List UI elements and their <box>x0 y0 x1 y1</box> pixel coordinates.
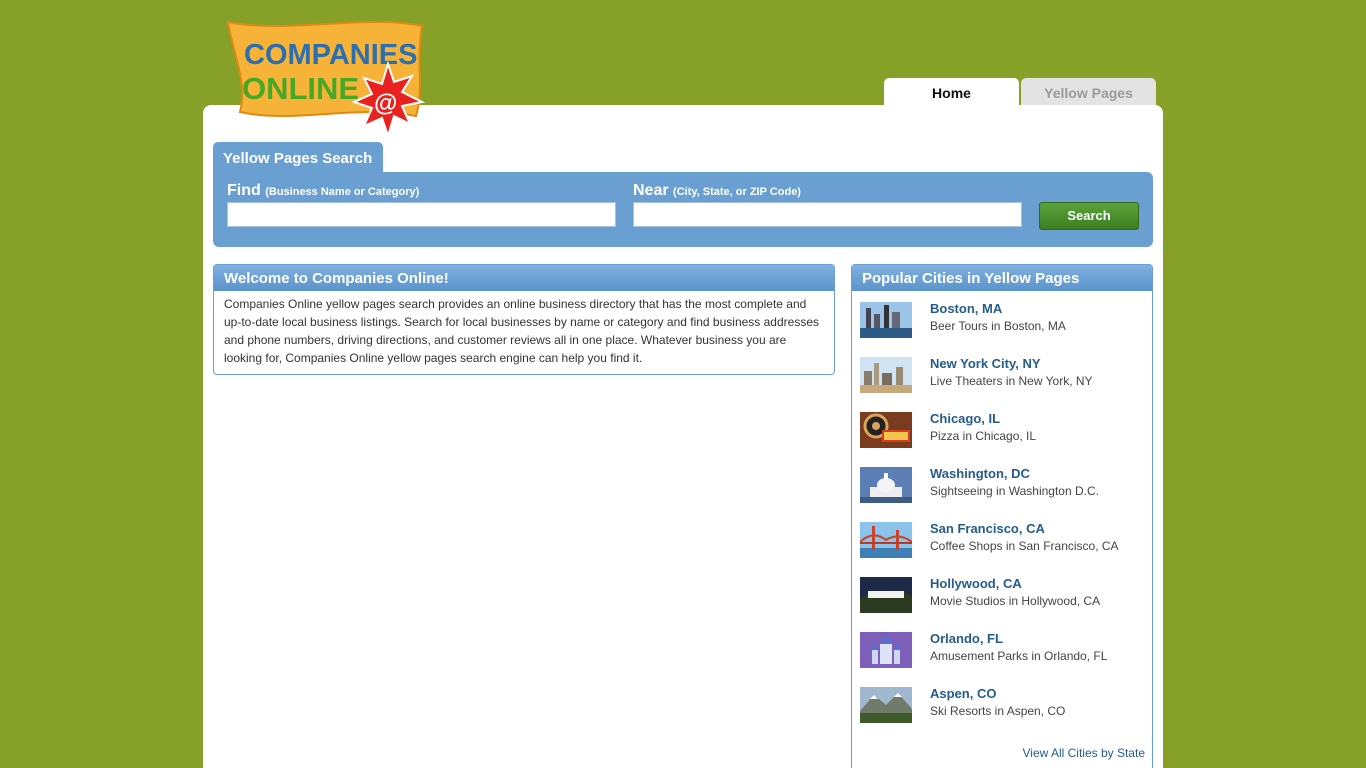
welcome-title: Welcome to Companies Online! <box>214 265 834 291</box>
city-link-san-francisco[interactable]: San Francisco, CA <box>930 521 1045 536</box>
tab-home[interactable]: Home <box>884 78 1019 105</box>
near-hint: (City, State, or ZIP Code) <box>673 186 801 198</box>
city-item-new-york[interactable]: New York City, NY Live Theaters in New Y… <box>860 356 1145 394</box>
logo-at-symbol: @ <box>374 90 397 117</box>
city-photo-washington[interactable] <box>860 467 912 503</box>
city-desc-washington: Sightseeing in Washington D.C. <box>930 484 1099 498</box>
tab-yellow-pages[interactable]: Yellow Pages <box>1021 78 1156 105</box>
popular-cities-panel: Popular Cities in Yellow Pages Boston, M… <box>851 264 1153 768</box>
city-link-orlando[interactable]: Orlando, FL <box>930 631 1003 646</box>
city-item-washington[interactable]: Washington, DC Sightseeing in Washington… <box>860 466 1145 504</box>
logo-line1-text: COMPANIES <box>244 39 417 71</box>
companies-online-logo[interactable]: COMPANIES ONLINE @ <box>226 20 426 140</box>
city-photo-chicago[interactable] <box>860 412 912 448</box>
city-desc-aspen: Ski Resorts in Aspen, CO <box>930 704 1066 718</box>
near-label: Near (City, State, or ZIP Code) <box>633 182 801 200</box>
near-label-text: Near <box>633 182 669 199</box>
city-item-chicago[interactable]: Chicago, IL Pizza in Chicago, IL <box>860 411 1145 449</box>
view-all-cities-link[interactable]: View All Cities by State <box>1022 746 1145 760</box>
search-box: Find (Business Name or Category) Near (C… <box>213 172 1153 247</box>
city-link-hollywood[interactable]: Hollywood, CA <box>930 576 1022 591</box>
city-link-new-york[interactable]: New York City, NY <box>930 356 1041 371</box>
city-item-boston[interactable]: Boston, MA Beer Tours in Boston, MA <box>860 301 1145 339</box>
city-photo-boston[interactable] <box>860 302 912 338</box>
city-link-boston[interactable]: Boston, MA <box>930 301 1002 316</box>
city-desc-san-francisco: Coffee Shops in San Francisco, CA <box>930 539 1119 553</box>
city-item-san-francisco[interactable]: San Francisco, CA Coffee Shops in San Fr… <box>860 521 1145 559</box>
city-photo-aspen[interactable] <box>860 687 912 723</box>
city-item-aspen[interactable]: Aspen, CO Ski Resorts in Aspen, CO <box>860 686 1145 724</box>
near-input[interactable] <box>633 202 1022 227</box>
city-link-aspen[interactable]: Aspen, CO <box>930 686 996 701</box>
find-label: Find (Business Name or Category) <box>227 182 419 200</box>
find-hint: (Business Name or Category) <box>265 186 420 198</box>
city-photo-san-francisco[interactable] <box>860 522 912 558</box>
logo-line2-text: ONLINE <box>242 71 359 106</box>
city-photo-orlando[interactable] <box>860 632 912 668</box>
city-desc-orlando: Amusement Parks in Orlando, FL <box>930 649 1108 663</box>
city-desc-hollywood: Movie Studios in Hollywood, CA <box>930 594 1101 608</box>
welcome-body: Companies Online yellow pages search pro… <box>224 297 819 365</box>
welcome-panel: Welcome to Companies Online! Companies O… <box>213 264 835 375</box>
city-desc-chicago: Pizza in Chicago, IL <box>930 429 1037 443</box>
city-item-orlando[interactable]: Orlando, FL Amusement Parks in Orlando, … <box>860 631 1145 669</box>
city-photo-new-york[interactable] <box>860 357 912 393</box>
city-photo-hollywood[interactable] <box>860 577 912 613</box>
search-tab-title: Yellow Pages Search <box>213 142 383 174</box>
popular-cities-title: Popular Cities in Yellow Pages <box>852 265 1152 291</box>
city-desc-new-york: Live Theaters in New York, NY <box>930 374 1093 388</box>
find-label-text: Find <box>227 182 261 199</box>
find-input[interactable] <box>227 202 616 227</box>
city-link-washington[interactable]: Washington, DC <box>930 466 1030 481</box>
city-item-hollywood[interactable]: Hollywood, CA Movie Studios in Hollywood… <box>860 576 1145 614</box>
search-button[interactable]: Search <box>1039 202 1139 230</box>
city-desc-boston: Beer Tours in Boston, MA <box>930 319 1066 333</box>
city-link-chicago[interactable]: Chicago, IL <box>930 411 1000 426</box>
